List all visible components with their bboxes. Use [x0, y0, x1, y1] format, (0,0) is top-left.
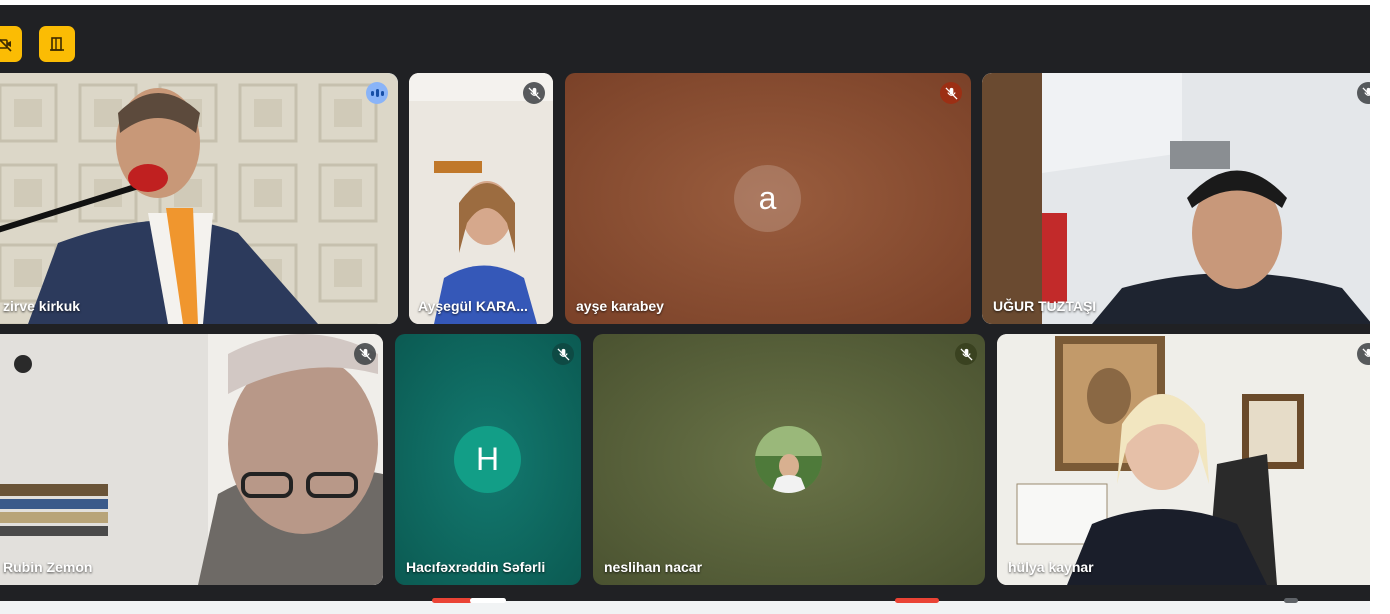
- control-bar-edge: [0, 598, 1390, 614]
- muted-mic-icon: [354, 343, 376, 365]
- participant-video: [0, 334, 383, 585]
- participant-name: Ayşegül KARA...: [418, 298, 528, 314]
- participant-video: [982, 73, 1370, 324]
- participant-tile[interactable]: zirve kirkuk: [0, 73, 398, 324]
- participant-photo: [755, 426, 822, 493]
- participant-name: UĞUR TUZTAŞI: [993, 298, 1097, 314]
- exit-door-icon: [50, 37, 64, 51]
- control-button-peek[interactable]: [895, 598, 939, 603]
- participant-name: Rubin Zemon: [3, 559, 93, 575]
- participant-video: [997, 334, 1370, 585]
- participant-tile[interactable]: hülya kaynar: [997, 334, 1370, 585]
- participant-tile[interactable]: a ayşe karabey: [565, 73, 971, 324]
- participant-tile[interactable]: H Hacıfəxrəddin Səfərli: [395, 334, 581, 585]
- participant-name: ayşe karabey: [576, 298, 664, 314]
- participant-avatar: a: [734, 165, 801, 232]
- muted-mic-icon: [940, 82, 962, 104]
- participant-video: [409, 73, 553, 324]
- participant-tile[interactable]: UĞUR TUZTAŞI: [982, 73, 1370, 324]
- meeting-grid: zirve kirkuk Ayşegül KARA... a ayşe kara…: [0, 5, 1370, 601]
- muted-mic-icon: [552, 343, 574, 365]
- participant-tile[interactable]: Ayşegül KARA...: [409, 73, 553, 324]
- muted-mic-icon: [955, 343, 977, 365]
- control-button-peek[interactable]: [1284, 598, 1298, 603]
- participant-tile[interactable]: Rubin Zemon: [0, 334, 383, 585]
- speaking-indicator: [366, 82, 388, 104]
- scroll-edge: [1370, 0, 1390, 614]
- control-button-peek[interactable]: [470, 598, 506, 603]
- control-button-peek[interactable]: [432, 598, 472, 603]
- participant-avatar: [755, 426, 822, 493]
- participant-name: Hacıfəxrəddin Səfərli: [406, 559, 546, 575]
- leave-room-button[interactable]: [39, 26, 75, 62]
- participant-name: zirve kirkuk: [3, 298, 81, 314]
- participant-tile[interactable]: neslihan nacar: [593, 334, 985, 585]
- participant-video: [0, 73, 398, 324]
- participant-name: neslihan nacar: [604, 559, 703, 575]
- muted-mic-icon: [523, 82, 545, 104]
- no-camera-icon: [0, 38, 12, 52]
- camera-off-button[interactable]: [0, 26, 22, 62]
- participant-avatar: H: [454, 426, 521, 493]
- participant-name: hülya kaynar: [1008, 559, 1094, 575]
